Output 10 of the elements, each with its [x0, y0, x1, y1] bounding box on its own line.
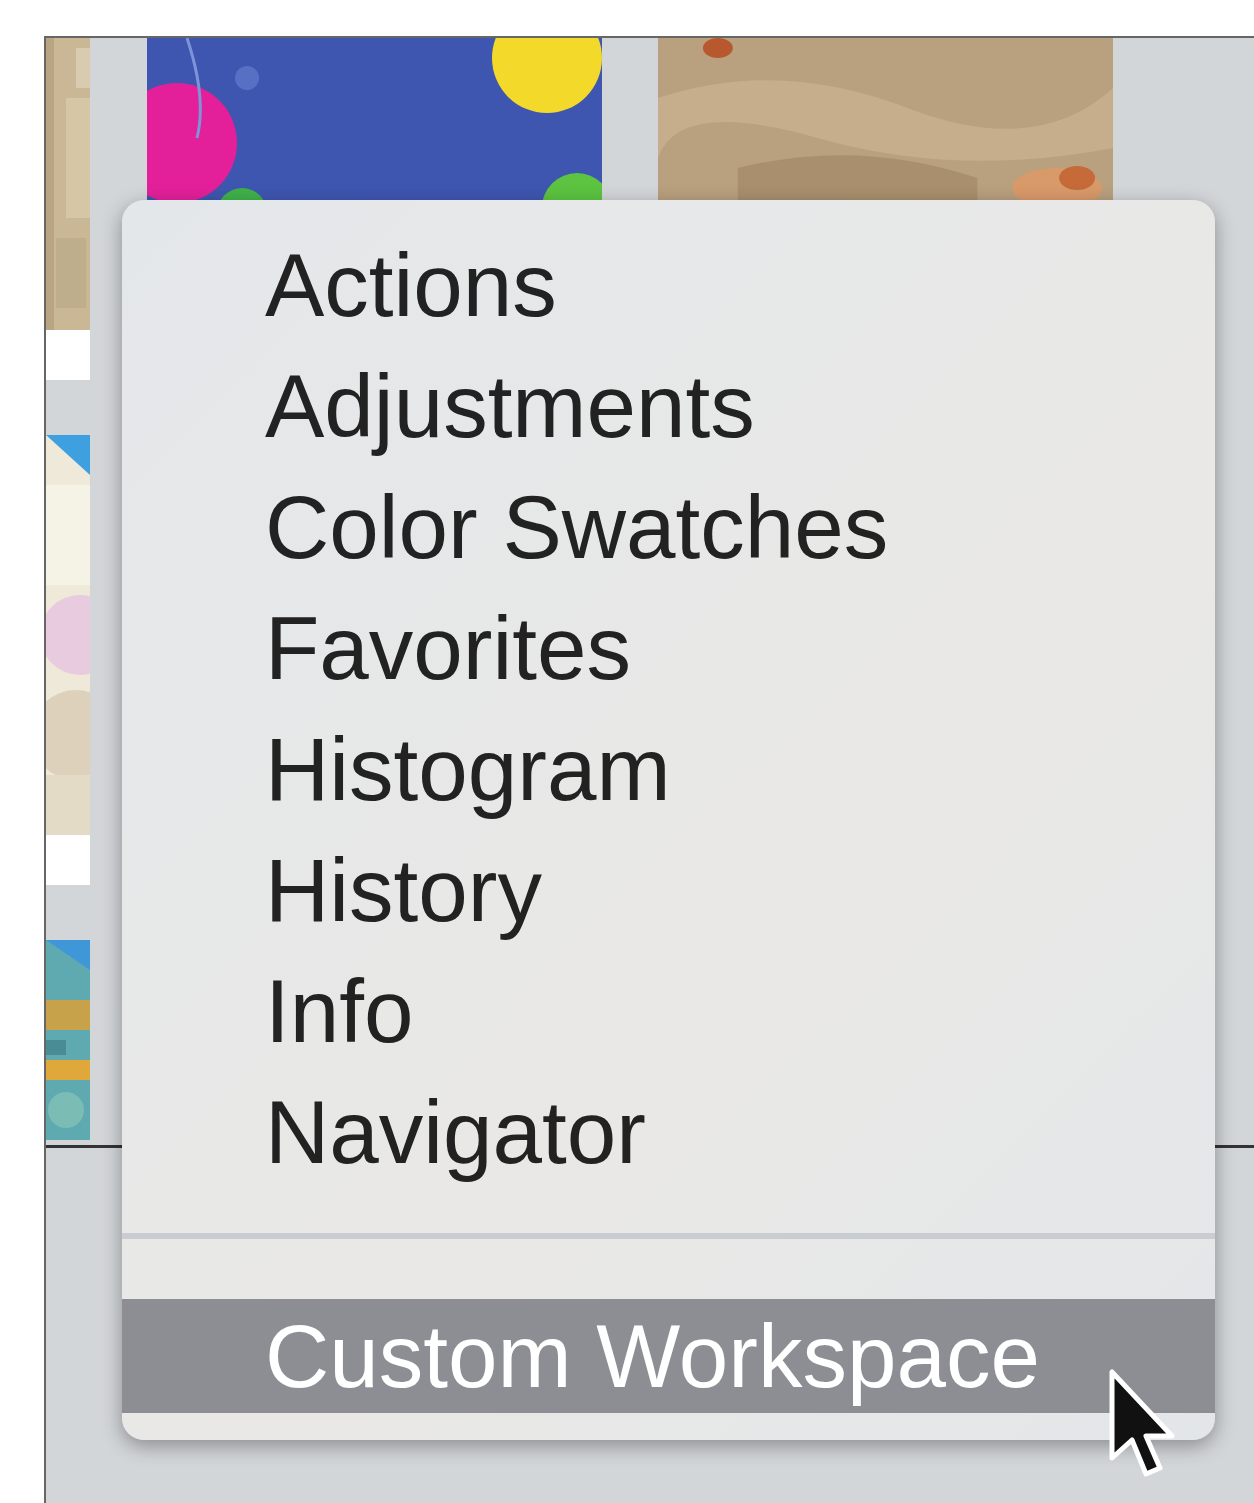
menu-item[interactable]: Histogram [122, 709, 1215, 830]
caption-bar [46, 835, 90, 885]
menu-item[interactable]: Navigator [122, 1072, 1215, 1193]
menu-item[interactable]: Info [122, 951, 1215, 1072]
menu-item[interactable]: Color Swatches [122, 467, 1215, 588]
menu-item[interactable]: History [122, 830, 1215, 951]
menu-item[interactable]: Adjustments [122, 346, 1215, 467]
caption-bar [46, 330, 90, 380]
menu-item[interactable]: Actions [122, 225, 1215, 346]
menu-item[interactable]: Favorites [122, 588, 1215, 709]
